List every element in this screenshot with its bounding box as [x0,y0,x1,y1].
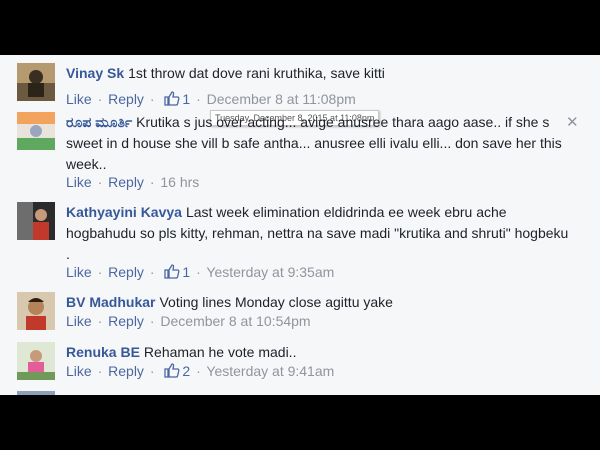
reply-link[interactable]: Reply [108,91,144,107]
comments-panel: Vinay Sk 1st throw dat dove rani kruthika… [0,55,600,395]
separator: · [149,174,155,190]
separator: · [97,91,103,107]
thumbs-up-icon [164,264,180,282]
separator: · [97,264,103,280]
thumbs-up-icon [164,363,180,381]
comment-author[interactable]: BV Madhukar [66,294,155,310]
like-link[interactable]: Like [66,91,92,107]
comment-actions: Like · Reply · 16 hrs [66,174,199,190]
reply-link[interactable]: Reply [108,264,144,280]
separator: · [196,264,201,280]
comment-actions: Like · Reply · December 8 at 10:54pm [66,313,311,329]
comment-text: Rehaman he vote madi.. [143,344,297,360]
timestamp[interactable]: December 8 at 10:54pm [160,313,310,329]
like-count[interactable]: 1 [182,91,190,107]
separator: · [97,313,103,329]
separator: · [149,264,155,280]
separator: · [196,363,201,379]
comment-author[interactable]: Renuka BE [66,344,140,360]
like-link[interactable]: Like [66,313,92,329]
comment-author[interactable]: ರೂಪ ಮೂರ್ತಿ [66,114,132,130]
comment-author[interactable]: Vinay Sk [66,65,124,81]
avatar[interactable] [17,112,55,150]
comment-text: Voting lines Monday close agittu yake [159,294,393,310]
comment-text: Krutika s jus over acting... avige anusr… [66,114,562,172]
separator: · [97,363,103,379]
reply-link[interactable]: Reply [108,363,144,379]
comment-text: 1st throw dat dove rani kruthika, save k… [128,65,385,81]
timestamp[interactable]: December 8 at 11:08pm [207,91,356,107]
comment-actions: Like · Reply · 1 · Yesterday at 9:35am [66,264,334,282]
like-count[interactable]: 2 [182,363,190,379]
timestamp[interactable]: Yesterday at 9:35am [206,264,334,280]
comment-author[interactable]: Kathyayini Kavya [66,204,182,220]
thumbs-up-icon [164,91,180,109]
avatar[interactable] [17,63,55,101]
like-link[interactable]: Like [66,264,92,280]
reply-link[interactable]: Reply [108,313,144,329]
like-link[interactable]: Like [66,174,92,190]
timestamp[interactable]: Yesterday at 9:41am [206,363,334,379]
separator: · [149,313,155,329]
avatar[interactable] [17,292,55,330]
separator: · [149,363,155,379]
comment-actions: Like · Reply · 2 · Yesterday at 9:41am [66,363,334,381]
timestamp[interactable]: 16 hrs [160,174,199,190]
like-link[interactable]: Like [66,363,92,379]
comment-actions: Like · Reply · 1 · December 8 at 11:08pm [66,91,356,109]
avatar[interactable] [17,342,55,380]
like-count[interactable]: 1 [182,264,190,280]
separator: · [196,91,201,107]
separator: · [97,174,103,190]
reply-link[interactable]: Reply [108,174,144,190]
close-icon[interactable]: ✕ [566,113,579,131]
avatar[interactable] [17,391,55,395]
separator: · [149,91,155,107]
avatar[interactable] [17,202,55,240]
